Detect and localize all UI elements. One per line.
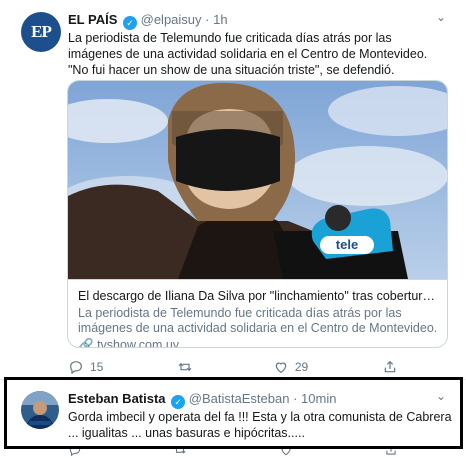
reply-icon[interactable]	[68, 449, 82, 457]
chevron-down-icon[interactable]: ⌄	[436, 10, 446, 24]
chevron-down-icon[interactable]: ⌄	[436, 389, 446, 403]
tweet-header: EL PAÍS ✓ @elpaisuy · 1h	[68, 12, 228, 30]
card-description: La periodista de Telemundo fue criticada…	[78, 306, 438, 335]
retweet-icon	[178, 362, 192, 372]
reply-count: 15	[90, 360, 104, 374]
card-image[interactable]: tele	[68, 81, 447, 279]
like-count: 29	[294, 360, 309, 374]
timestamp[interactable]: 1h	[213, 12, 227, 27]
reply-button[interactable]: 15	[68, 359, 103, 375]
like-icon[interactable]	[279, 449, 293, 457]
link-icon: 🔗	[78, 338, 94, 348]
verified-icon: ✓	[171, 395, 186, 409]
share-button[interactable]	[382, 359, 398, 375]
tweet-text: La periodista de Telemundo fue criticada…	[68, 31, 428, 77]
share-icon[interactable]	[384, 449, 398, 457]
avatar[interactable]: EP	[21, 12, 61, 52]
separator-dot: ·	[205, 12, 210, 27]
reply-icon	[70, 361, 82, 375]
link-card[interactable]: tele El descargo de Iliana Da Silva por …	[67, 80, 448, 348]
author-name[interactable]: Esteban Batista	[68, 391, 166, 406]
tweet-actions	[68, 449, 398, 458]
card-body[interactable]: El descargo de Iliana Da Silva por "linc…	[68, 279, 447, 348]
mic-label: tele	[336, 237, 358, 252]
author-handle[interactable]: @elpaisuy	[141, 12, 202, 27]
like-button[interactable]: 29	[273, 359, 308, 375]
card-title[interactable]: El descargo de Iliana Da Silva por "linc…	[78, 288, 439, 304]
like-icon	[275, 362, 287, 374]
retweet-icon[interactable]	[173, 449, 187, 457]
avatar[interactable]	[21, 391, 59, 429]
author-name[interactable]: EL PAÍS	[68, 12, 117, 27]
verified-icon: ✓	[123, 16, 137, 30]
tweet-header: Esteban Batista ✓ @BatistaEsteban · 10mi…	[68, 391, 336, 409]
share-icon	[384, 360, 396, 373]
tweet-actions: 15 29	[68, 357, 398, 377]
card-domain-text: tvshow.com.uy	[97, 338, 180, 348]
card-domain: 🔗 tvshow.com.uy	[78, 338, 439, 348]
retweet-button[interactable]	[177, 359, 199, 375]
separator-dot: ·	[293, 391, 298, 406]
tweet-text: Gorda imbecil y operata del fa !!! Esta …	[68, 410, 452, 440]
tweet-el-pais[interactable]: EP EL PAÍS ✓ @elpaisuy · 1h ⌄ La periodi…	[0, 0, 466, 380]
timestamp[interactable]: 10min	[301, 391, 336, 406]
author-handle[interactable]: @BatistaEsteban	[189, 391, 290, 406]
